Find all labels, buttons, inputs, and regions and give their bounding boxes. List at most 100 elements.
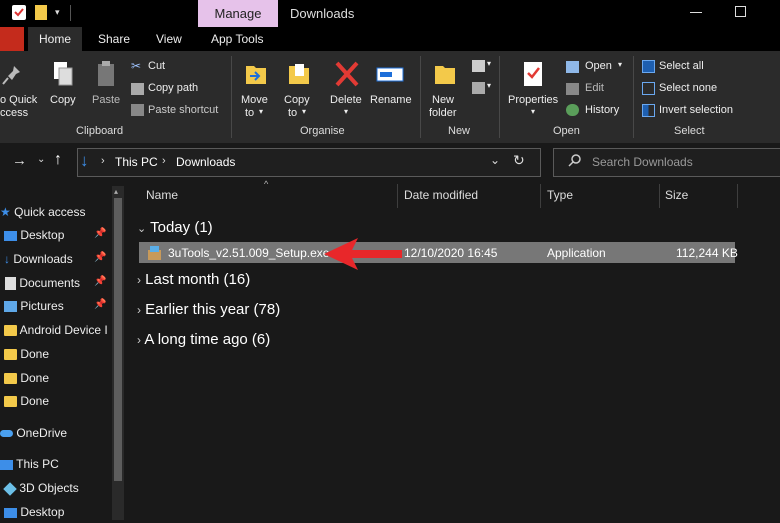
new-folder-button[interactable]: New: [432, 94, 454, 106]
history-button[interactable]: History: [585, 104, 619, 116]
move-to-button-label-2[interactable]: to: [245, 107, 254, 119]
chevron-down-icon[interactable]: ▾: [487, 59, 491, 68]
new-folder-icon[interactable]: [433, 60, 455, 88]
properties-button[interactable]: Properties: [508, 94, 558, 106]
select-none-icon[interactable]: [642, 82, 655, 95]
paste-button[interactable]: Paste: [92, 94, 120, 106]
nav-item-done[interactable]: Done: [0, 343, 49, 365]
nav-item-3d-objects[interactable]: 3D Objects: [0, 477, 79, 499]
pin-icon[interactable]: 📌: [94, 299, 106, 310]
column-separator[interactable]: [737, 184, 738, 208]
paste-shortcut-button[interactable]: Paste shortcut: [148, 104, 218, 116]
column-type[interactable]: Type: [547, 188, 573, 202]
address-dropdown-icon[interactable]: ⌄: [490, 153, 500, 167]
chevron-down-icon[interactable]: ▾: [259, 107, 263, 116]
nav-item-this-pc[interactable]: This PC: [0, 453, 59, 475]
group-long-time-ago[interactable]: › A long time ago (6): [137, 331, 270, 348]
chevron-down-icon[interactable]: ▾: [302, 107, 306, 116]
pin-icon[interactable]: [2, 64, 22, 93]
tab-home[interactable]: Home: [28, 27, 82, 51]
column-date-modified[interactable]: Date modified: [404, 188, 478, 202]
nav-item-desktop[interactable]: Desktop: [0, 224, 64, 246]
copy-path-button[interactable]: Copy path: [148, 82, 198, 94]
cut-button[interactable]: Cut: [148, 60, 165, 72]
pin-quick-access-label-2[interactable]: ccess: [0, 107, 28, 119]
tab-share[interactable]: Share: [98, 27, 130, 51]
invert-selection-icon[interactable]: [642, 104, 655, 117]
breadcrumb-downloads[interactable]: Downloads: [176, 155, 235, 169]
rename-icon[interactable]: [376, 64, 406, 91]
move-to-button[interactable]: Move: [241, 94, 268, 106]
invert-selection-button[interactable]: Invert selection: [659, 104, 733, 116]
column-name[interactable]: Name: [146, 188, 178, 202]
file-name[interactable]: 3uTools_v2.51.009_Setup.exe: [168, 246, 329, 260]
open-icon[interactable]: [566, 61, 579, 73]
forward-arrow-icon[interactable]: →: [12, 152, 27, 169]
tab-view[interactable]: View: [156, 27, 182, 51]
copy-button[interactable]: Copy: [50, 94, 76, 106]
quick-access-dropdown-icon[interactable]: ▾: [55, 7, 60, 18]
chevron-down-icon[interactable]: ▾: [344, 107, 348, 116]
breadcrumb-this-pc[interactable]: This PC: [115, 155, 158, 169]
paste-icon[interactable]: [95, 60, 117, 88]
pin-quick-access-label[interactable]: o Quick: [0, 94, 37, 106]
easy-access-icon[interactable]: [472, 82, 485, 94]
up-arrow-icon[interactable]: ↑: [54, 151, 62, 169]
quick-access[interactable]: ★ Quick access: [0, 201, 85, 223]
pin-icon[interactable]: 📌: [94, 252, 106, 263]
tab-file[interactable]: [0, 27, 24, 51]
properties-check-icon[interactable]: [12, 5, 26, 20]
rename-button[interactable]: Rename: [370, 94, 412, 106]
nav-item-done[interactable]: Done: [0, 390, 49, 412]
group-last-month[interactable]: › Last month (16): [137, 271, 250, 288]
nav-item-downloads[interactable]: ↓ Downloads: [0, 248, 73, 270]
copy-to-button-label-2[interactable]: to: [288, 107, 297, 119]
copy-path-icon[interactable]: [131, 83, 144, 95]
group-earlier-this-year[interactable]: › Earlier this year (78): [137, 301, 280, 318]
tab-manage[interactable]: Manage: [198, 0, 278, 27]
nav-item-done[interactable]: Done: [0, 367, 49, 389]
select-all-icon[interactable]: [642, 60, 655, 73]
edit-icon[interactable]: [566, 83, 579, 95]
nav-scrollbar-thumb[interactable]: [114, 198, 122, 481]
move-to-icon[interactable]: [244, 60, 266, 88]
paste-shortcut-icon[interactable]: [131, 104, 144, 116]
pin-icon[interactable]: 📌: [94, 228, 106, 239]
copy-to-icon[interactable]: [287, 60, 309, 88]
nav-item-onedrive[interactable]: OneDrive: [0, 422, 67, 444]
pin-icon[interactable]: 📌: [94, 276, 106, 287]
delete-button[interactable]: Delete: [330, 94, 362, 106]
chevron-down-icon[interactable]: ▾: [618, 60, 622, 69]
maximize-button[interactable]: [735, 6, 746, 17]
chevron-down-icon[interactable]: ▾: [531, 107, 535, 116]
copy-icon[interactable]: [52, 60, 74, 88]
group-today[interactable]: ⌄ Today (1): [137, 219, 213, 236]
tab-app-tools[interactable]: App Tools: [211, 27, 263, 51]
nav-item-documents[interactable]: Documents: [0, 272, 80, 294]
new-folder-button-label-2[interactable]: folder: [429, 107, 457, 119]
new-folder-quick-icon[interactable]: [35, 5, 47, 20]
scissors-icon[interactable]: ✂: [131, 59, 141, 73]
select-all-button[interactable]: Select all: [659, 60, 704, 72]
minimize-button[interactable]: [690, 12, 702, 13]
new-item-icon[interactable]: [472, 60, 485, 72]
scroll-up-icon[interactable]: ▴: [114, 187, 118, 196]
copy-to-button[interactable]: Copy: [284, 94, 310, 106]
breadcrumb-separator-icon[interactable]: ›: [162, 155, 166, 167]
refresh-icon[interactable]: ↻: [513, 152, 525, 169]
search-placeholder[interactable]: Search Downloads: [592, 155, 693, 169]
column-separator[interactable]: [397, 184, 398, 208]
history-icon[interactable]: [566, 104, 579, 116]
nav-item-pictures[interactable]: Pictures: [0, 295, 64, 317]
open-button[interactable]: Open: [585, 60, 612, 72]
breadcrumb-separator-icon[interactable]: ›: [101, 155, 105, 167]
column-separator[interactable]: [540, 184, 541, 208]
column-separator[interactable]: [659, 184, 660, 208]
column-size[interactable]: Size: [665, 188, 688, 202]
recent-locations-chevron-icon[interactable]: ⌄: [37, 154, 45, 165]
nav-item-android-device[interactable]: Android Device I: [0, 319, 110, 341]
delete-icon[interactable]: [334, 60, 360, 93]
select-none-button[interactable]: Select none: [659, 82, 717, 94]
edit-button[interactable]: Edit: [585, 82, 604, 94]
chevron-down-icon[interactable]: ▾: [487, 81, 491, 90]
